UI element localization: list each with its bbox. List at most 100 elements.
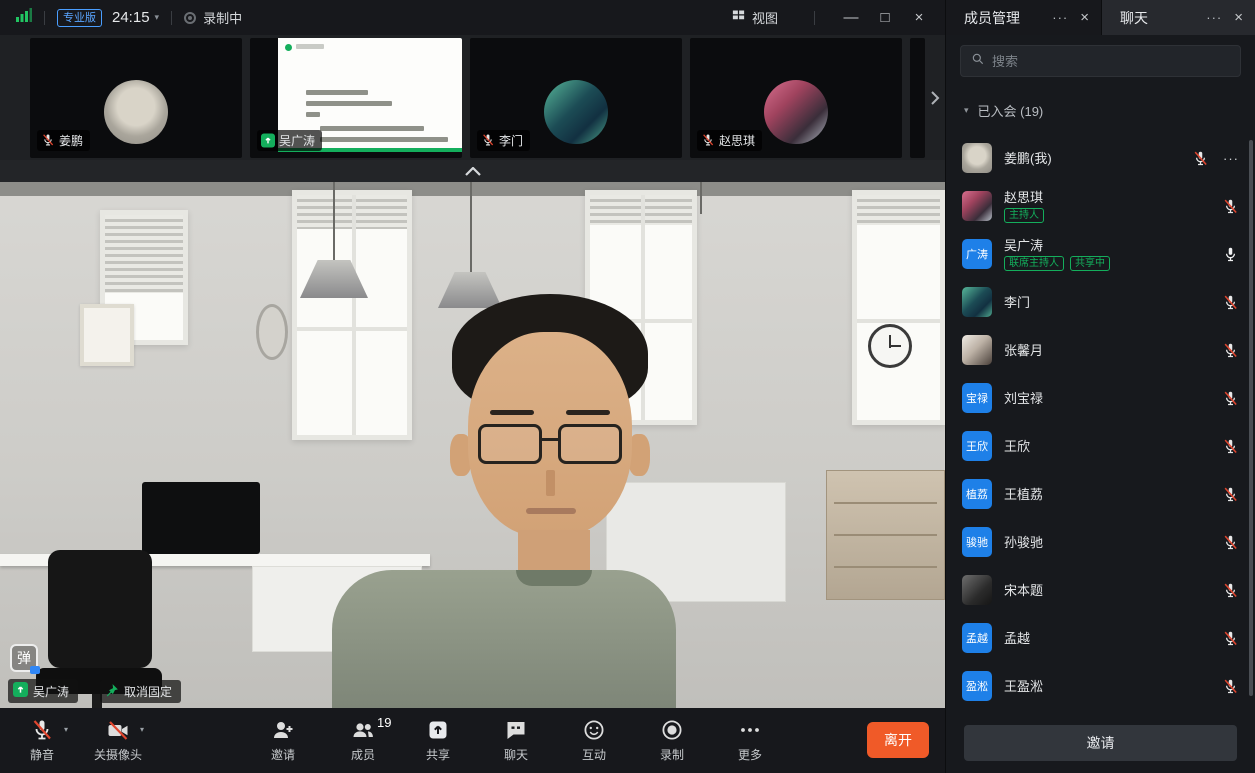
- chat-panel-close-button[interactable]: ×: [1234, 9, 1243, 26]
- titlebar-controls: 视图 — □ ×: [731, 0, 945, 35]
- camera-off-icon: ▾: [106, 717, 130, 743]
- minimize-button[interactable]: —: [841, 9, 861, 26]
- unpin-button[interactable]: 取消固定: [100, 680, 181, 703]
- view-layout-button[interactable]: 视图: [731, 8, 778, 28]
- close-button[interactable]: ×: [909, 9, 929, 26]
- member-name: 李门: [1004, 295, 1210, 310]
- smiley-icon: [582, 717, 606, 743]
- view-label: 视图: [752, 8, 778, 27]
- toolbar-camera-off-button[interactable]: ▾关摄像头: [94, 717, 142, 763]
- toolbar-button-label: 互动: [582, 746, 606, 763]
- members-sidebar: 成员管理 ··· × 聊天 ··· × ▾ 已入会 (19) 姜鹏(我)···赵…: [945, 0, 1255, 773]
- strip-next-page-button[interactable]: [927, 83, 943, 113]
- desktop-monitor: [142, 482, 260, 554]
- mic-muted-icon[interactable]: [1222, 534, 1239, 551]
- member-row[interactable]: 盈淞王盈淞: [946, 662, 1255, 710]
- member-row[interactable]: 植荔王植荔: [946, 470, 1255, 518]
- toolbar-members-button[interactable]: 19成员: [351, 717, 375, 763]
- mic-muted-icon[interactable]: [1222, 630, 1239, 647]
- mic-muted-icon[interactable]: [1222, 342, 1239, 359]
- joined-section-header[interactable]: ▾ 已入会 (19): [946, 99, 1255, 121]
- mic-muted-icon[interactable]: [1222, 582, 1239, 599]
- member-row[interactable]: 赵思琪主持人: [946, 182, 1255, 230]
- participant-thumbnail-partial[interactable]: [910, 38, 925, 158]
- member-row[interactable]: 姜鹏(我)···: [946, 134, 1255, 182]
- chat-panel-more-button[interactable]: ···: [1206, 10, 1222, 25]
- toolbar-button-label: 邀请: [271, 746, 295, 763]
- meeting-main-area: 专业版 24:15 ▾ 录制中 视图 — □ × 姜鹏: [0, 0, 945, 773]
- lamp-cord: [333, 182, 335, 262]
- joined-section-label: 已入会 (19): [978, 101, 1044, 120]
- mic-on-icon[interactable]: [1222, 246, 1239, 263]
- member-row[interactable]: 宋本题: [946, 566, 1255, 614]
- participant-name-tag: 吴广涛: [257, 130, 322, 151]
- office-chair: [48, 550, 152, 668]
- speaker-glasses: [558, 424, 622, 464]
- edition-badge: 专业版: [57, 9, 102, 27]
- mic-muted-icon[interactable]: [1222, 294, 1239, 311]
- member-row[interactable]: 孟越孟越: [946, 614, 1255, 662]
- participant-thumbnail-strip: 姜鹏 吴广涛 李门赵思琪: [0, 35, 945, 160]
- invite-person-icon: [271, 717, 295, 743]
- toolbar-record-button[interactable]: 录制: [660, 717, 684, 763]
- mic-muted-icon: ▾: [30, 717, 54, 743]
- mic-muted-icon[interactable]: [1222, 486, 1239, 503]
- members-panel-close-button[interactable]: ×: [1080, 9, 1089, 26]
- member-row[interactable]: 王欣王欣: [946, 422, 1255, 470]
- divider: [171, 11, 172, 25]
- sidebar-scrollbar[interactable]: [1249, 140, 1253, 696]
- participant-thumbnail[interactable]: 吴广涛: [250, 38, 462, 158]
- participant-name-label: 姜鹏: [59, 132, 83, 149]
- main-video[interactable]: 弹 吴广涛 取消固定: [0, 182, 945, 708]
- participant-thumbnail[interactable]: 姜鹏: [30, 38, 242, 158]
- speaker-glasses: [478, 424, 542, 464]
- members-icon: 19: [351, 717, 375, 743]
- member-name: 宋本题: [1004, 583, 1210, 598]
- toolbar-mic-muted-button[interactable]: ▾静音: [30, 717, 54, 763]
- mic-muted-icon[interactable]: [1192, 150, 1209, 167]
- participant-thumbnail[interactable]: 李门: [470, 38, 682, 158]
- meeting-timer: 24:15: [112, 9, 150, 26]
- toolbar-smiley-button[interactable]: 互动: [582, 717, 606, 763]
- hanging-lamp: [438, 272, 502, 308]
- leave-meeting-button[interactable]: 离开: [867, 722, 929, 758]
- mic-muted-icon[interactable]: [1222, 198, 1239, 215]
- speaker-shirt: [332, 570, 676, 708]
- members-panel-more-button[interactable]: ···: [1052, 10, 1068, 25]
- invite-button[interactable]: 邀请: [964, 725, 1237, 761]
- member-row[interactable]: 骏驰孙骏驰: [946, 518, 1255, 566]
- danmaku-toggle-button[interactable]: 弹: [10, 644, 38, 672]
- toolbar-share-arrow-button[interactable]: 共享: [426, 717, 450, 763]
- toolbar-more-dots-button[interactable]: 更多: [738, 717, 762, 763]
- sharing-icon: [13, 682, 28, 700]
- member-more-button[interactable]: ···: [1223, 151, 1239, 166]
- speaker-person: [526, 508, 576, 514]
- member-name: 张馨月: [1004, 343, 1210, 358]
- mic-muted-icon[interactable]: [1222, 438, 1239, 455]
- member-row[interactable]: 广涛吴广涛联席主持人共享中: [946, 230, 1255, 278]
- toolbar-invite-person-button[interactable]: 邀请: [271, 717, 295, 763]
- member-search-box[interactable]: [960, 45, 1241, 77]
- mic-muted-icon[interactable]: [1222, 390, 1239, 407]
- member-row[interactable]: 宝禄刘宝禄: [946, 374, 1255, 422]
- search-input[interactable]: [992, 54, 1230, 69]
- speaker-person: [566, 410, 610, 415]
- meeting-toolbar: 离开 ▾静音 ▾关摄像头邀请 19成员 共享 聊天互动 录制 更多: [0, 708, 945, 773]
- drawer-cabinet: [826, 470, 945, 600]
- members-panel-header: 成员管理 ··· ×: [946, 0, 1101, 35]
- collapse-strip-button[interactable]: [0, 160, 945, 182]
- caret-down-icon[interactable]: ▾: [64, 725, 68, 734]
- unpin-label: 取消固定: [124, 683, 172, 700]
- lamp-cord: [470, 182, 472, 274]
- caret-down-icon[interactable]: ▾: [140, 725, 144, 734]
- mic-muted-icon[interactable]: [1222, 678, 1239, 695]
- member-row[interactable]: 张馨月: [946, 326, 1255, 374]
- maximize-button[interactable]: □: [875, 9, 895, 26]
- toolbar-chat-bubble-button[interactable]: 聊天: [504, 717, 528, 763]
- member-row[interactable]: 李门: [946, 278, 1255, 326]
- meeting-app-window: 专业版 24:15 ▾ 录制中 视图 — □ × 姜鹏: [0, 0, 1255, 773]
- chat-panel-header[interactable]: 聊天 ··· ×: [1101, 0, 1255, 35]
- network-signal-icon: [16, 8, 32, 27]
- participant-thumbnail[interactable]: 赵思琪: [690, 38, 902, 158]
- timer-caret-icon[interactable]: ▾: [155, 12, 160, 23]
